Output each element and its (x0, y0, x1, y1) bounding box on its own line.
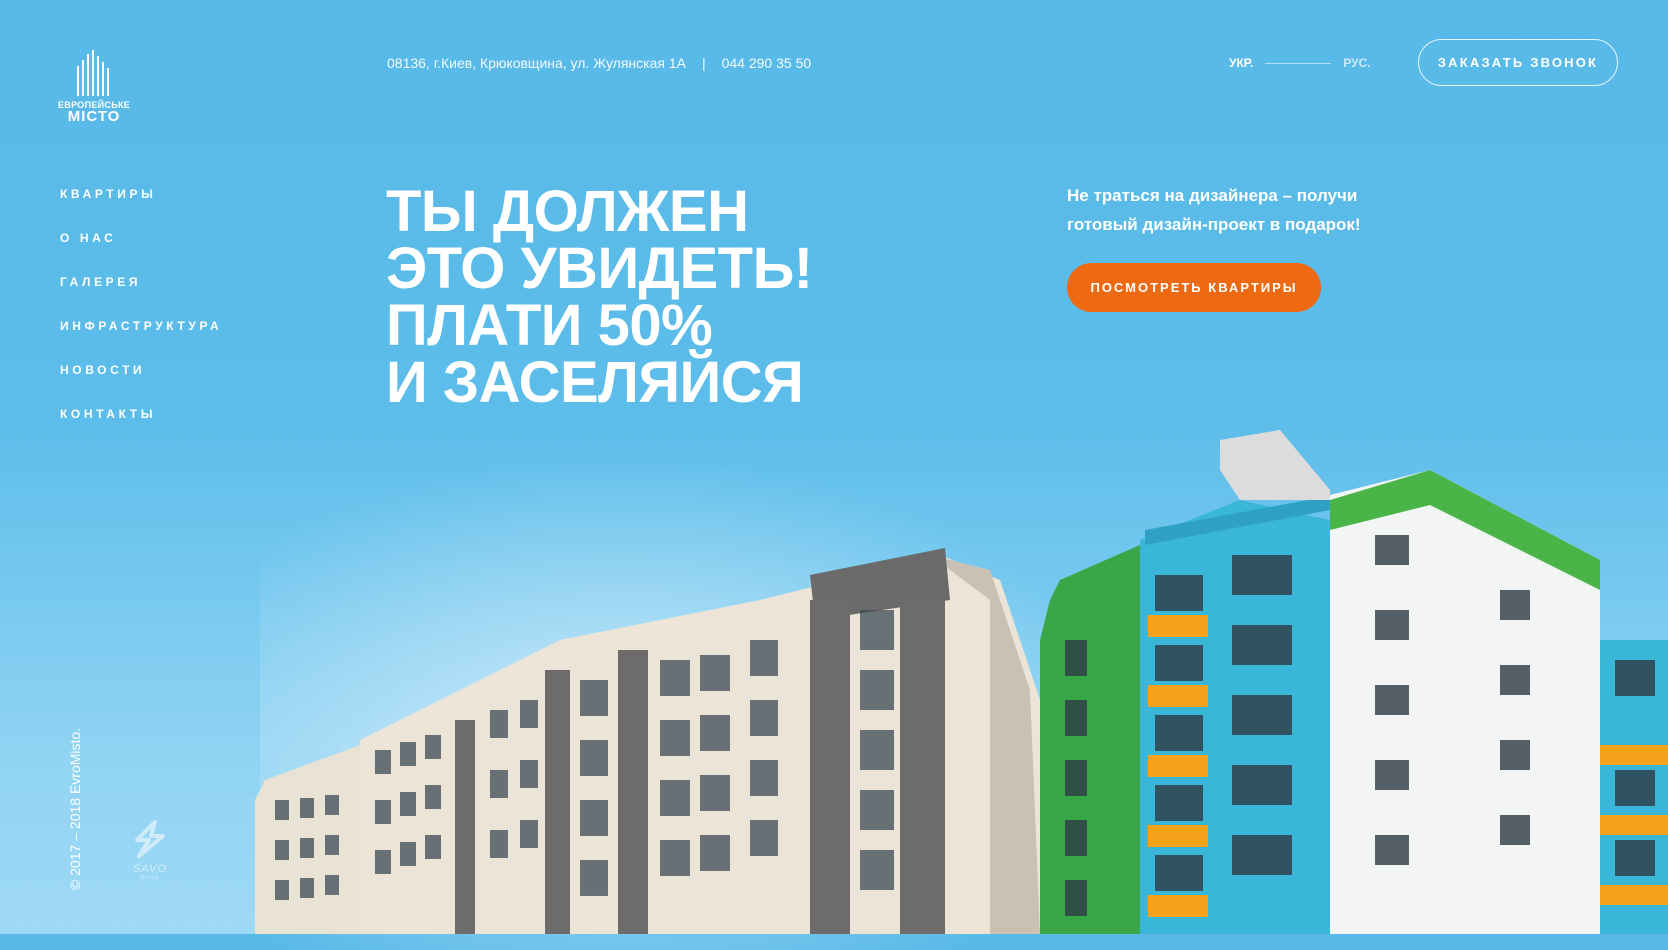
address-text: 08136, г.Киев, Крюковщина, ул. Жулянская… (387, 55, 686, 71)
separator: | (701, 55, 706, 71)
lang-rus[interactable]: РУС. (1343, 56, 1370, 70)
nav-item-contacts[interactable]: КОНТАКТЫ (60, 406, 222, 450)
nav-item-news[interactable]: НОВОСТИ (60, 362, 222, 406)
promo-text: Не трать­ся на ди­зай­не­ра – по­лу­чи г… (1067, 181, 1361, 239)
lang-divider (1265, 62, 1332, 64)
copyright: © 2017 – 2018 EvroMisto. (67, 727, 83, 890)
nav-item-gallery[interactable]: ГАЛЕРЕЯ (60, 274, 222, 318)
hero-line: ПЛАТИ 50% (386, 293, 713, 358)
phone-link[interactable]: 044 290 35 50 (722, 55, 812, 71)
hero-line: ЭТО УВИДЕТЬ! (386, 236, 813, 301)
language-switcher: УКР. РУС. (1229, 56, 1371, 70)
hero-line: И ЗАСЕЛЯЙСЯ (386, 350, 804, 415)
contact-info: 08136, г.Киев, Крюковщина, ул. Жулянская… (387, 55, 811, 71)
partner-sub: Group (140, 875, 160, 881)
main-nav: КВАРТИРЫ О НАС ГАЛЕРЕЯ ИНФРАСТРУКТУРА НО… (60, 186, 222, 450)
hero-heading: ТЫ ДОЛЖЕН ЭТО УВИДЕТЬ! ПЛАТИ 50% И ЗАСЕЛ… (386, 179, 813, 415)
lang-ukr[interactable]: УКР. (1229, 56, 1253, 70)
partner-name: SAVO (133, 863, 167, 875)
nav-item-infrastructure[interactable]: ИНФРАСТРУКТУРА (60, 318, 222, 362)
logo-line2: МІСТО (67, 108, 121, 125)
savo-logo-icon (135, 820, 165, 858)
logo[interactable]: ЕВРОПЕЙСЬКЕ МІСТО (58, 48, 130, 124)
partner-logo[interactable]: SAVO Group (120, 820, 180, 881)
logo-building-icon (77, 50, 109, 96)
promo-line2: готовый дизайн-проект в подарок! (1067, 215, 1361, 234)
view-apartments-button[interactable]: ПОСМОТРЕТЬ КВАРТИРЫ (1067, 263, 1321, 312)
nav-item-apartments[interactable]: КВАРТИРЫ (60, 186, 222, 230)
promo-line1: Не трать­ся на ди­зай­не­ра – по­лу­чи (1067, 186, 1358, 205)
buildings-illustration (255, 430, 1668, 934)
nav-item-about[interactable]: О НАС (60, 230, 222, 274)
hero-line: ТЫ ДОЛЖЕН (386, 179, 749, 244)
order-call-button[interactable]: ЗАКАЗАТЬ ЗВОНОК (1418, 39, 1618, 86)
